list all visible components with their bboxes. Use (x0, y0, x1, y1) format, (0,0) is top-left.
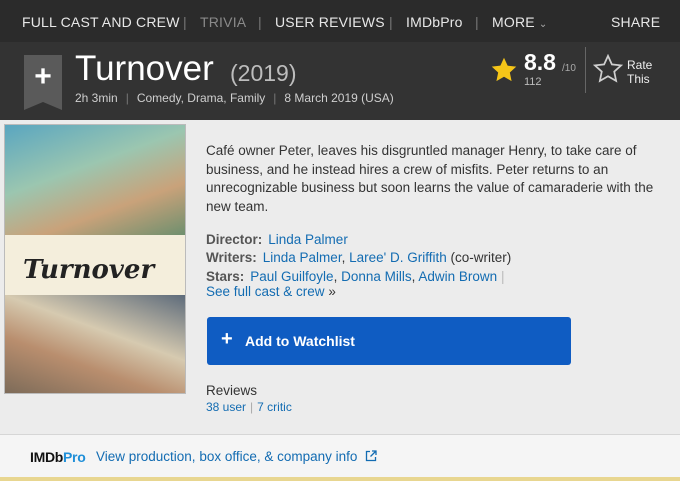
stars-label: Stars: (206, 269, 245, 284)
reviews-heading: Reviews (206, 383, 258, 398)
imdbpro-logo: IMDbPro (30, 449, 86, 465)
writer-link[interactable]: Linda Palmer (263, 250, 342, 265)
star-outline-icon[interactable] (593, 54, 623, 84)
nav-separator: | (389, 14, 393, 30)
add-to-watchlist-button[interactable]: + Add to Watchlist (207, 317, 571, 365)
reviews-separator: | (250, 400, 254, 414)
writer-link[interactable]: Laree' D. Griffith (349, 250, 447, 265)
poster-cast-photo-bottom (5, 295, 185, 393)
nav-more-label: MORE (492, 14, 535, 30)
list-comma: , (411, 269, 416, 284)
see-full-cast-label: See full cast & crew (206, 284, 325, 299)
rate-label-1: Rate (627, 58, 653, 72)
rating-value: 8.8 (524, 49, 556, 75)
star-link[interactable]: Donna Mills (341, 269, 412, 284)
plus-icon: + (34, 60, 52, 93)
nav-imdbpro[interactable]: IMDbPro (406, 14, 463, 30)
list-comma: , (333, 269, 338, 284)
poster-title: Turnover (23, 255, 155, 285)
share-button[interactable]: SHARE (611, 14, 660, 30)
poster-image[interactable]: Turnover (4, 124, 186, 394)
plot-summary: Café owner Peter, leaves his disgruntled… (206, 143, 654, 214)
critic-reviews-link[interactable]: 7 critic (257, 400, 292, 414)
runtime: 2h 3min (75, 91, 118, 105)
title-header: + Turnover (2019) 2h 3min | Comedy, Drama,… (0, 42, 680, 120)
divider (585, 47, 586, 93)
director-credit: Director: Linda Palmer (206, 232, 348, 247)
star-link[interactable]: Paul Guilfoyle (250, 269, 333, 284)
external-link-icon (366, 450, 377, 462)
release-date-link[interactable]: 8 March 2019 (USA) (284, 91, 393, 105)
imdbpro-footer: IMDbPro View production, box office, & c… (0, 434, 680, 477)
nav-more[interactable]: MORE ⌄ (492, 14, 547, 30)
director-label: Director: (206, 232, 263, 247)
watchlist-ribbon-button[interactable]: + (24, 55, 62, 110)
director-link[interactable]: Linda Palmer (268, 232, 348, 247)
imdbpro-info-label: View production, box office, & company i… (96, 449, 358, 464)
meta-separator: | (273, 91, 277, 105)
genres-link[interactable]: Comedy, Drama, Family (137, 91, 265, 105)
reviews-links: 38 user | 7 critic (206, 400, 292, 414)
double-chevron-right-icon: » (328, 284, 336, 299)
list-separator: | (500, 269, 505, 284)
plus-icon: + (221, 328, 233, 350)
imdbpro-info-link[interactable]: View production, box office, & company i… (96, 449, 377, 464)
bottom-strip (0, 477, 680, 481)
imdbpro-logo-pro: Pro (63, 449, 86, 465)
add-to-watchlist-label: Add to Watchlist (245, 333, 355, 349)
nav-separator: | (258, 14, 262, 30)
rate-label-2: This (627, 72, 650, 86)
star-link[interactable]: Adwin Brown (418, 269, 497, 284)
writer-note: (co-writer) (450, 250, 512, 265)
nav-separator: | (183, 14, 187, 30)
nav-trivia[interactable]: TRIVIA (200, 14, 246, 30)
imdbpro-logo-imdb: IMDb (30, 449, 64, 465)
rating-out-of: /10 (562, 63, 576, 74)
title-meta: 2h 3min | Comedy, Drama, Family | 8 March 20… (75, 91, 394, 105)
star-icon (491, 57, 517, 82)
nav-user-reviews[interactable]: USER REVIEWS (275, 14, 385, 30)
rate-this-button[interactable]: Rate This (627, 58, 652, 86)
writers-credit: Writers: Linda Palmer, Laree' D. Griffith… (206, 250, 511, 265)
see-full-cast-link[interactable]: See full cast & crew » (206, 284, 336, 299)
writers-label: Writers: (206, 250, 257, 265)
rating-votes[interactable]: 112 (524, 76, 542, 88)
top-nav: FULL CAST AND CREW | TRIVIA | USER REVIE… (0, 0, 680, 42)
nav-separator: | (475, 14, 479, 30)
nav-full-cast[interactable]: FULL CAST AND CREW (22, 14, 180, 30)
stars-credit: Stars: Paul Guilfoyle, Donna Mills, Adwin… (206, 269, 504, 284)
user-reviews-link[interactable]: 38 user (206, 400, 246, 414)
title-overview: Turnover Café owner Peter, leaves his di… (0, 120, 680, 434)
title-year[interactable]: (2019) (230, 60, 296, 87)
page-title: Turnover (75, 49, 214, 88)
meta-separator: | (125, 91, 129, 105)
poster-cast-photo-top (5, 125, 185, 235)
list-comma: , (341, 250, 346, 265)
chevron-down-icon: ⌄ (538, 19, 548, 30)
